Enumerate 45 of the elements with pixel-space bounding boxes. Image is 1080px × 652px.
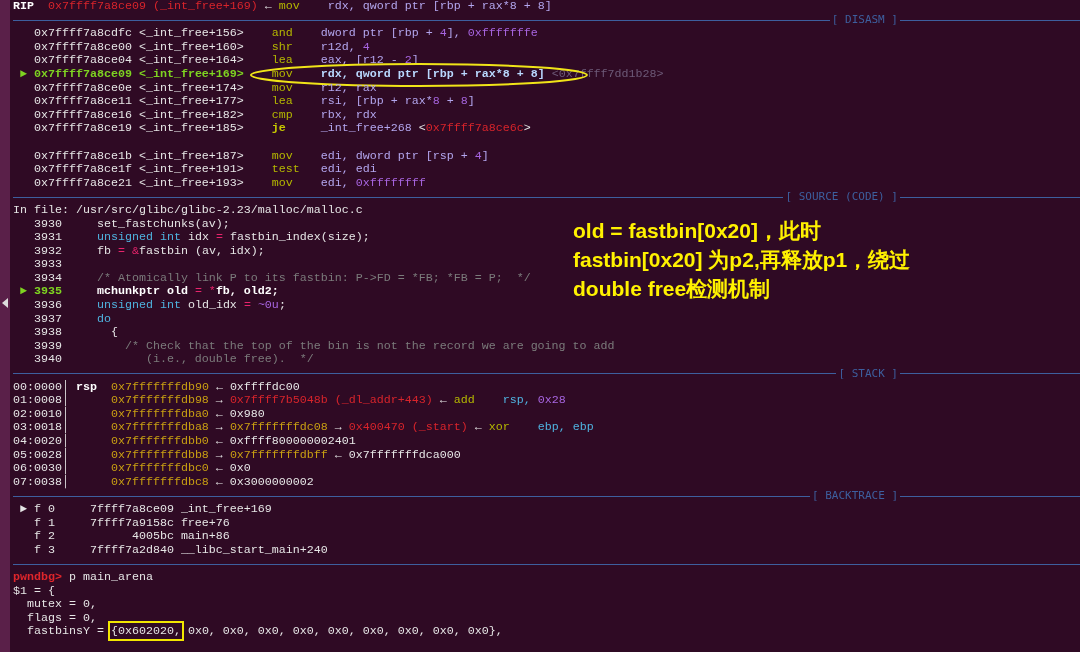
terminal-line: flags = 0,	[26, 611, 97, 626]
terminal-line: 0x7ffff7a8ce1b <_int_free+187> mov edi, dword ptr [rsp + 4]	[33, 149, 489, 164]
terminal-line: 0x7ffff7a8cdfc <_int_free+156> and dword ptr [rbp + 4], 0xfffffffe	[33, 27, 538, 41]
terminal-line: 04:0020│ 0x7fffffffdbb0 ← 0xffff800000002401	[13, 435, 356, 448]
arrow-icon	[2, 298, 8, 308]
terminal-line: mutex = 0,	[26, 598, 97, 612]
annotation-text: double free检测机制	[573, 276, 772, 302]
terminal-line: 3937 do	[33, 312, 111, 327]
terminal-line: 3939 /* Check that the top of the bin is not the record we are going to add	[33, 339, 615, 354]
terminal-line: f 2 4005bc main+86	[33, 530, 230, 544]
terminal-line: 3930 set_fastchunks(av);	[33, 217, 230, 232]
terminal-line: 01:0008│ 0x7fffffffdb98 → 0x7ffff7b5048b (_dl_addr+443) ← add rsp, 0x28	[13, 394, 566, 408]
terminal-line: 07:0038│ 0x7fffffffdbc8 ← 0x3000000002	[13, 475, 314, 490]
terminal-line: 3933	[33, 258, 62, 272]
terminal-line: 3936 unsigned int old_idx = ~0u;	[33, 299, 286, 313]
terminal-line: $1 = {	[13, 584, 55, 599]
terminal-line: f 1 7ffff7a9158c free+76	[33, 516, 230, 531]
terminal-line: 0x7ffff7a8ce11 <_int_free+177> lea rsi, [rbp + rax*8 + 8]	[33, 95, 475, 109]
section-header: [ DISASM ]	[830, 12, 899, 29]
terminal-line: 0x7ffff7a8ce16 <_int_free+182> cmp rbx, rdx	[33, 108, 377, 123]
annotation-text: old = fastbin[0x20]，此时	[573, 218, 822, 244]
terminal-line: RIP 0x7ffff7a8ce09 (_int_free+169) ← mov rdx, qword ptr [rbp + rax*8 + 8]	[13, 0, 552, 14]
annotation-text: fastbin[0x20] 为p2,再释放p1，绕过	[573, 247, 911, 273]
terminal-line: f 3 7ffff7a2d840 __libc_start_main+240	[33, 543, 328, 558]
section-header: [ BACKTRACE ]	[810, 487, 899, 504]
section-header: [ STACK ]	[837, 365, 899, 382]
terminal-line: 03:0018│ 0x7fffffffdba8 → 0x7fffffffdc08 → 0x400470 (_start) ← xor ebp, ebp	[13, 421, 594, 435]
terminal-line: 3931 unsigned int idx = fastbin_index(size);	[33, 231, 370, 245]
terminal-line: 02:0010│ 0x7fffffffdba0 ← 0x980	[13, 407, 265, 421]
section-header: [ SOURCE (CODE) ]	[784, 188, 899, 205]
terminal-line: 06:0030│ 0x7fffffffdbc0 ← 0x0	[13, 462, 251, 476]
terminal-line: ► 3935 mchunkptr old = *fb, old2;	[19, 285, 279, 300]
terminal-line: 3940 (i.e., double free). */	[33, 353, 314, 368]
terminal-line: 0x7ffff7a8ce00 <_int_free+160> shr r12d, 4	[33, 40, 370, 55]
terminal-line: 00:0000│ rsp 0x7fffffffdb90 ← 0xffffdc00	[13, 380, 300, 394]
terminal-line: 3934 /* Atomically link P to its fastbin: P->FD = *FB; *FB = P; */	[33, 271, 531, 286]
terminal-line: In file: /usr/src/glibc/glibc-2.23/malloc/malloc.c	[13, 203, 363, 218]
terminal-line: 3938 {	[33, 326, 118, 340]
terminal-line: 05:0028│ 0x7fffffffdbb8 → 0x7fffffffdbff ← 0x7fffffffdca000	[13, 448, 461, 462]
terminal-line: 3932 fb = &fastbin (av, idx);	[33, 244, 265, 259]
terminal-line: ► f 0 7ffff7a8ce09 _int_free+169	[19, 502, 272, 517]
terminal-line: 0x7ffff7a8ce19 <_int_free+185> je _int_free+268 <0x7ffff7a8ce6c>	[33, 122, 531, 136]
terminal-line: 0x7ffff7a8ce1f <_int_free+191> test edi, edi	[33, 163, 377, 177]
terminal-line: pwndbg> p main_arena	[13, 570, 153, 585]
terminal-line: 0x7ffff7a8ce21 <_int_free+193> mov edi, 0xffffffff	[33, 176, 426, 191]
